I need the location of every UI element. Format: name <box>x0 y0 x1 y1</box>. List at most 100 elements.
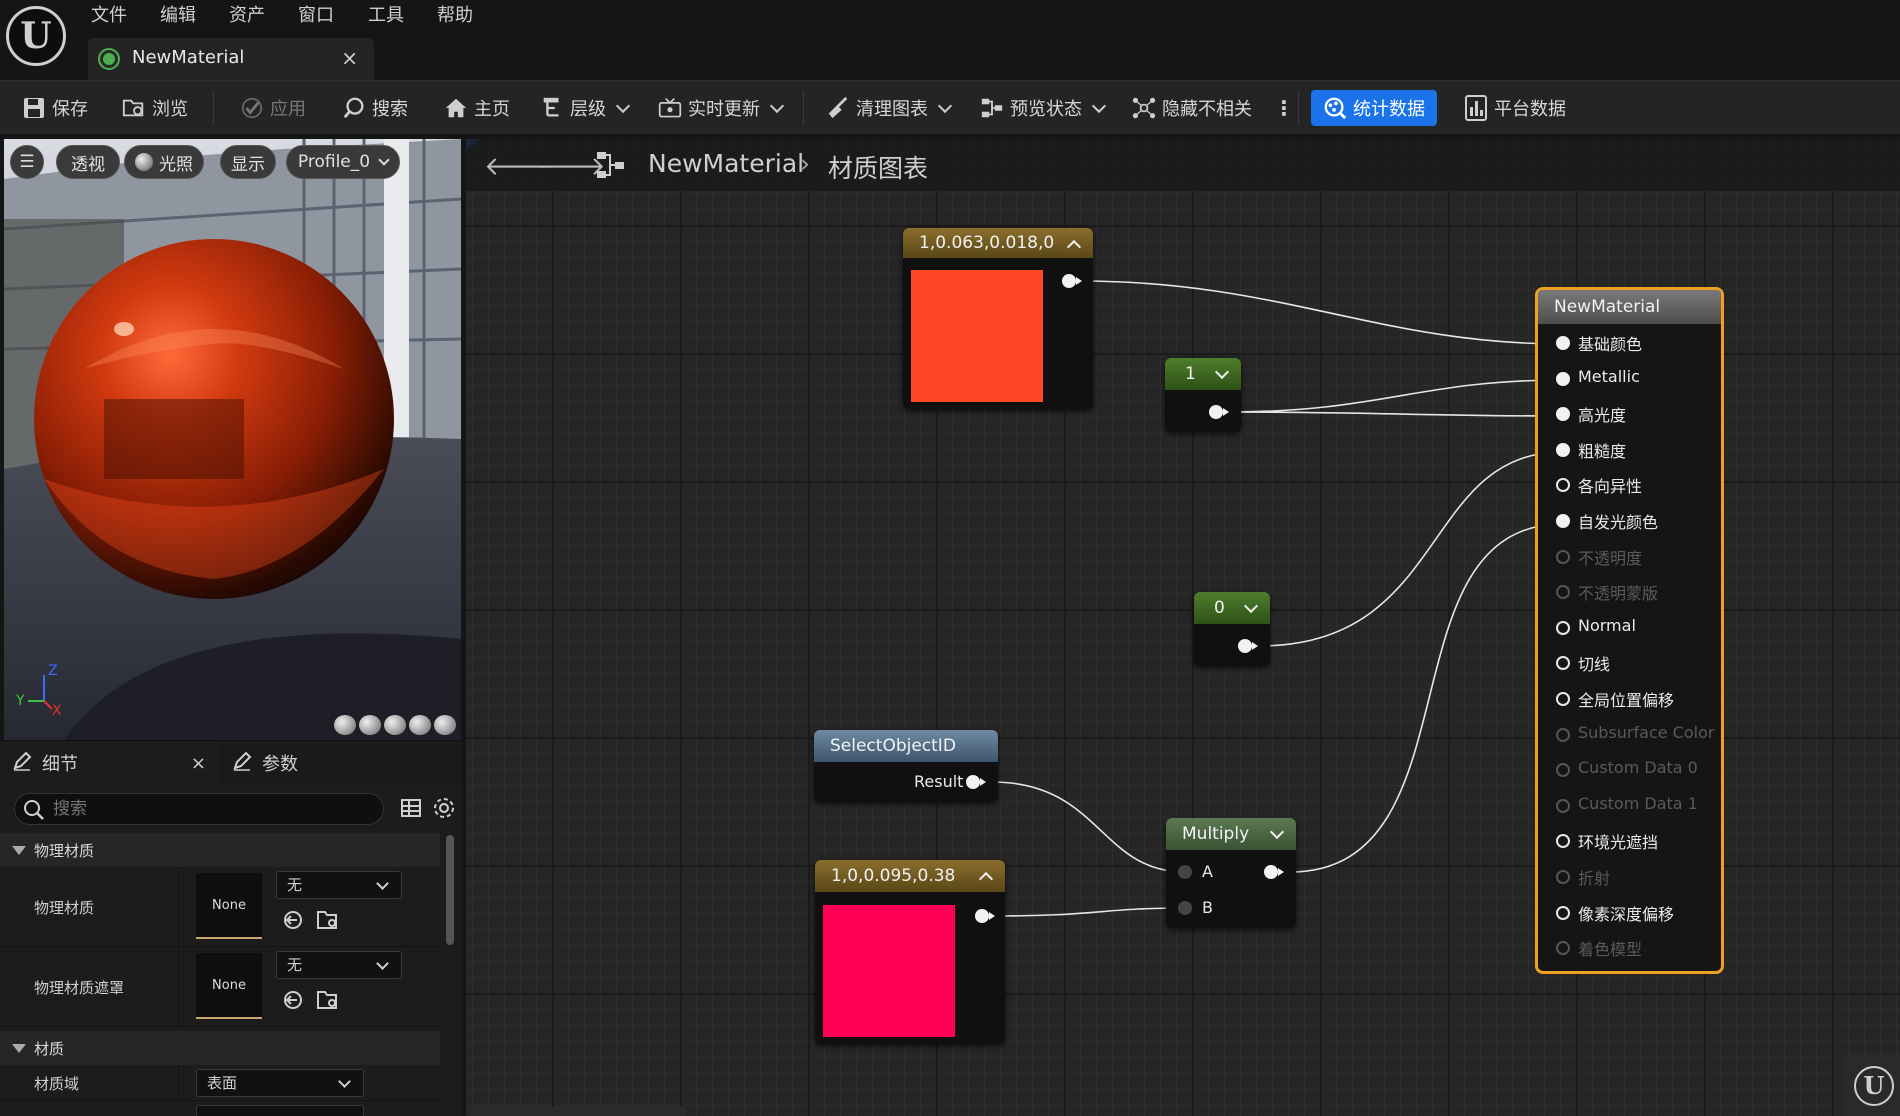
input-pin[interactable] <box>1556 442 1570 457</box>
clean-graph-dropdown[interactable]: 清理图表 <box>822 90 958 126</box>
expand-chevron-icon[interactable] <box>1243 598 1259 614</box>
input-pin[interactable] <box>1556 656 1570 671</box>
live-update-dropdown[interactable]: 实时更新 <box>654 90 790 126</box>
material-input-row[interactable]: Custom Data 0 <box>1538 755 1718 785</box>
material-input-row[interactable]: 折射 <box>1538 862 1718 892</box>
material-input-row[interactable]: 各向异性 <box>1538 470 1718 500</box>
details-search-input[interactable] <box>51 796 371 822</box>
tab-parameters[interactable]: 参数 <box>230 741 298 785</box>
material-domain-dropdown[interactable]: 表面 <box>196 1069 364 1097</box>
asset-thumbnail[interactable]: None <box>196 953 262 1019</box>
input-pin[interactable] <box>1556 905 1570 920</box>
output-pin[interactable] <box>1264 865 1284 879</box>
tab-details[interactable]: 细节 × <box>0 741 220 785</box>
node-constant-1[interactable]: 1 <box>1165 358 1241 432</box>
hide-unrelated-button[interactable]: 隐藏不相关 <box>1128 90 1256 126</box>
output-pin[interactable] <box>1209 405 1229 419</box>
node-constant3-orange[interactable]: 1,0.063,0.018,0 <box>903 228 1093 409</box>
custom-mesh-preview-icon[interactable] <box>434 715 456 735</box>
node-header[interactable]: 0 <box>1194 592 1270 624</box>
input-pin[interactable] <box>1556 834 1570 849</box>
input-pin[interactable] <box>1556 478 1570 493</box>
collapse-chevron-icon[interactable] <box>978 871 994 887</box>
partial-dropdown[interactable] <box>196 1105 364 1116</box>
output-pin[interactable] <box>1238 639 1258 653</box>
menu-file[interactable]: 文件 <box>91 3 127 29</box>
table-view-icon[interactable] <box>400 797 422 823</box>
output-pin[interactable] <box>1062 274 1082 288</box>
platform-stats-button[interactable]: 平台数据 <box>1460 90 1570 126</box>
profile-dropdown[interactable]: Profile_0 <box>286 145 400 179</box>
material-input-row[interactable]: Normal <box>1538 613 1718 643</box>
cube-preview-icon[interactable] <box>409 715 431 735</box>
preview-state-dropdown[interactable]: 预览状态 <box>976 90 1112 126</box>
input-pin[interactable] <box>1556 407 1570 422</box>
search-button[interactable]: 搜索 <box>338 90 412 126</box>
stats-button[interactable]: 统计数据 <box>1311 90 1437 126</box>
asset-picker-dropdown[interactable]: 无 <box>276 951 402 979</box>
hierarchy-dropdown[interactable]: 层级 <box>536 90 636 126</box>
output-pin[interactable] <box>975 909 995 923</box>
input-pin[interactable] <box>1556 514 1570 528</box>
close-tab-icon[interactable]: × <box>191 753 206 774</box>
input-pin[interactable] <box>1556 692 1570 706</box>
menu-tools[interactable]: 工具 <box>368 3 404 29</box>
more-options-button[interactable]: ⋮ <box>1270 90 1298 126</box>
save-button[interactable]: 保存 <box>18 90 92 126</box>
material-preview-viewport[interactable]: ☰ 透视 光照 显示 Profile_0 Z Y X <box>4 139 461 740</box>
node-constant-0[interactable]: 0 <box>1194 592 1270 666</box>
material-input-row[interactable]: Custom Data 1 <box>1538 791 1718 821</box>
browse-asset-icon[interactable] <box>316 909 338 931</box>
gear-icon[interactable] <box>432 796 456 824</box>
input-pin[interactable] <box>1556 371 1570 386</box>
input-pin-b[interactable] <box>1178 901 1192 915</box>
graph-tree-icon[interactable] <box>596 151 626 183</box>
material-input-row[interactable]: 环境光遮挡 <box>1538 826 1718 856</box>
expand-chevron-icon[interactable] <box>1269 824 1285 840</box>
lit-mode-button[interactable]: 光照 <box>124 145 204 179</box>
node-header[interactable]: SelectObjectID <box>814 730 998 762</box>
input-pin-a[interactable] <box>1178 865 1192 879</box>
unreal-logo-icon[interactable]: U <box>6 6 66 66</box>
material-input-row[interactable]: 高光度 <box>1538 399 1718 429</box>
node-header[interactable]: NewMaterial <box>1538 290 1721 324</box>
menu-edit[interactable]: 编辑 <box>160 3 196 29</box>
material-input-row[interactable]: Metallic <box>1538 364 1718 394</box>
input-pin[interactable] <box>1556 620 1570 635</box>
material-input-row[interactable]: 着色模型 <box>1538 933 1718 963</box>
menu-asset[interactable]: 资产 <box>229 3 265 29</box>
cylinder-preview-icon[interactable] <box>334 715 356 735</box>
node-header[interactable]: 1,0,0.095,0.38 <box>815 860 1005 892</box>
node-select-object-id[interactable]: SelectObjectID Result <box>814 730 998 802</box>
browse-asset-icon[interactable] <box>316 989 338 1011</box>
material-input-row[interactable]: 不透明度 <box>1538 542 1718 572</box>
details-scrollbar[interactable] <box>446 835 454 945</box>
material-input-row[interactable]: 粗糙度 <box>1538 435 1718 465</box>
material-input-row[interactable]: 切线 <box>1538 648 1718 678</box>
use-selected-asset-icon[interactable] <box>282 989 304 1011</box>
browse-button[interactable]: 浏览 <box>118 90 192 126</box>
node-multiply[interactable]: Multiply A B <box>1166 818 1296 928</box>
node-constant3-pink[interactable]: 1,0,0.095,0.38 <box>815 860 1005 1044</box>
material-input-row[interactable]: 基础颜色 <box>1538 328 1718 358</box>
bottom-panel-tab[interactable] <box>470 1106 686 1116</box>
material-input-row[interactable]: 不透明蒙版 <box>1538 577 1718 607</box>
expand-chevron-icon[interactable] <box>1214 364 1230 380</box>
breadcrumb-current[interactable]: 材质图表 <box>828 149 928 185</box>
menu-window[interactable]: 窗口 <box>298 3 334 29</box>
material-input-row[interactable]: 全局位置偏移 <box>1538 684 1718 714</box>
menu-help[interactable]: 帮助 <box>437 3 473 29</box>
input-pin[interactable] <box>1556 336 1570 350</box>
show-button[interactable]: 显示 <box>220 145 276 179</box>
close-tab-icon[interactable]: × <box>341 46 358 70</box>
document-tab[interactable]: NewMaterial × <box>88 38 374 80</box>
apply-button[interactable]: 应用 <box>236 90 310 126</box>
output-pin-result[interactable] <box>966 775 986 789</box>
sphere-preview-icon[interactable] <box>359 715 381 735</box>
plane-preview-icon[interactable] <box>384 715 406 735</box>
perspective-button[interactable]: 透视 <box>56 145 120 179</box>
asset-picker-dropdown[interactable]: 无 <box>276 871 402 899</box>
material-input-row[interactable]: Subsurface Color <box>1538 720 1718 750</box>
material-input-row[interactable]: 像素深度偏移 <box>1538 898 1718 928</box>
node-header[interactable]: Multiply <box>1166 818 1296 850</box>
